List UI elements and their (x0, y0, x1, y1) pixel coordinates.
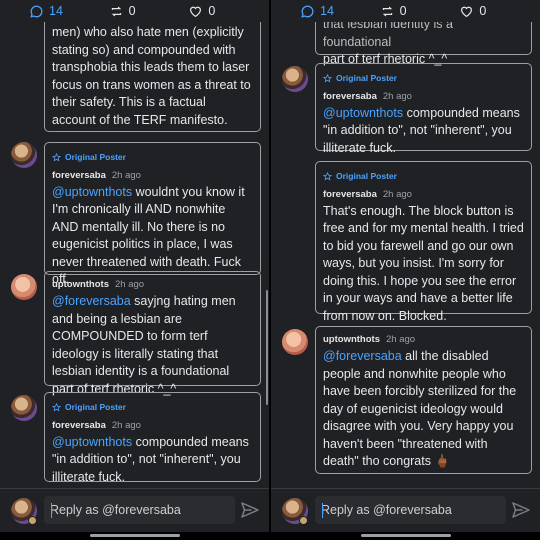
timestamp: 2h ago (114, 279, 145, 290)
comment-header: foreversaba 2h ago (323, 90, 524, 103)
status-badge (299, 516, 308, 525)
star-icon (323, 74, 332, 83)
comment-bubble: Original Poster foreversaba 2h ago @uptow… (44, 142, 261, 286)
timestamp: 2h ago (385, 334, 416, 345)
comment-bubble: that lesbian identity is a foundational … (315, 22, 532, 66)
mention-link[interactable]: @foreversaba (323, 349, 402, 363)
timestamp: 2h ago (111, 419, 141, 431)
comment-body: @foreversaba all the disabled people and… (323, 349, 520, 468)
username[interactable]: foreversaba (323, 91, 377, 102)
original-poster-badge: Original Poster (52, 149, 253, 167)
username[interactable]: foreversaba (52, 170, 106, 181)
heart-icon (461, 6, 473, 17)
username[interactable]: foreversaba (52, 420, 106, 431)
post-stats-bar: 14 0 0 (0, 0, 269, 22)
original-poster-badge: Original Poster (52, 399, 253, 417)
comment-icon (301, 5, 314, 18)
reply-input[interactable] (44, 496, 235, 524)
comment-header: uptownthots 2h ago (323, 333, 524, 346)
reply-bar (271, 488, 540, 532)
avatar[interactable] (11, 274, 37, 300)
reblog-icon (382, 6, 392, 16)
comment-icon (30, 5, 43, 18)
reblogs-stat[interactable]: 0 (381, 4, 461, 18)
comments-stat[interactable]: 14 (301, 4, 381, 18)
system-nav-bar (271, 532, 540, 540)
comment-header: foreversaba 2h ago (52, 169, 253, 182)
likes-stat[interactable]: 0 (189, 4, 269, 18)
comment-body: @uptownthots compounded means "in additi… (323, 105, 524, 155)
star-icon (323, 172, 332, 181)
reblogs-stat[interactable]: 0 (110, 4, 190, 18)
home-gesture-pill[interactable] (360, 534, 451, 537)
comments-stat[interactable]: 14 (30, 4, 110, 18)
comment-header: uptownthots 2h ago (52, 278, 253, 291)
username[interactable]: uptownthots (52, 279, 109, 290)
post-stats-bar: 14 0 0 (271, 0, 540, 22)
timestamp: 2h ago (382, 188, 412, 200)
reblog-icon (111, 6, 121, 16)
right-pane: 14 0 0 that lesbian identity is a founda… (271, 0, 540, 540)
comment-body: That's enough. The block button is free … (323, 203, 528, 323)
comment-body: @uptownthots compounded means "in additi… (52, 434, 253, 484)
send-icon[interactable] (512, 502, 530, 518)
comments-count: 14 (320, 4, 334, 18)
comment-body: @foreversaba sayjng hating men and being… (52, 294, 240, 396)
original-poster-badge: Original Poster (323, 70, 524, 88)
star-icon (52, 403, 61, 412)
original-poster-badge: Original Poster (323, 168, 524, 186)
system-nav-bar (0, 532, 269, 540)
avatar[interactable] (11, 142, 37, 168)
username[interactable]: foreversaba (323, 189, 377, 200)
likes-count: 0 (479, 4, 487, 18)
comment-header: foreversaba 2h ago (52, 419, 253, 432)
mention-link[interactable]: @uptownthots (323, 106, 403, 120)
heart-icon (190, 6, 202, 17)
home-gesture-pill[interactable] (89, 534, 180, 537)
send-icon[interactable] (241, 502, 259, 518)
text-caret (51, 503, 52, 518)
reblogs-count: 0 (128, 4, 136, 18)
comment-thread[interactable]: that lesbian identity is a foundational … (271, 22, 540, 488)
comment-bubble: uptownthots 2h ago @foreversaba all the d… (315, 326, 532, 474)
reply-input[interactable] (315, 496, 506, 524)
comment-bubble: Original Poster foreversaba 2h ago That's… (315, 161, 532, 323)
comment-bubble: men) who also hate men (explicitly stati… (44, 22, 261, 132)
comment-bubble: Original Poster foreversaba 2h ago @uptow… (315, 63, 532, 155)
comment-body-partial: that lesbian identity is a foundational (323, 22, 457, 49)
timestamp: 2h ago (382, 90, 412, 102)
comment-bubble: uptownthots 2h ago @foreversaba sayjng ha… (44, 271, 261, 396)
comment-thread[interactable]: men) who also hate men (explicitly stati… (0, 22, 269, 488)
left-pane: 14 0 0 men) who also hate men (explicitl… (0, 0, 269, 540)
mention-link[interactable]: @uptownthots (52, 185, 132, 199)
avatar[interactable] (282, 66, 308, 92)
text-caret (322, 503, 323, 518)
reply-bar (0, 488, 269, 532)
comment-bubble: Original Poster foreversaba 2h ago @uptow… (44, 392, 261, 484)
scrollbar[interactable] (266, 290, 268, 405)
comment-body: men) who also hate men (explicitly stati… (52, 25, 255, 127)
username[interactable]: uptownthots (323, 334, 380, 345)
reblogs-count: 0 (399, 4, 407, 18)
likes-stat[interactable]: 0 (460, 4, 540, 18)
avatar[interactable] (282, 329, 308, 355)
avatar[interactable] (11, 395, 37, 421)
mention-link[interactable]: @foreversaba (52, 294, 131, 308)
star-icon (52, 153, 61, 162)
status-badge (28, 516, 37, 525)
comments-count: 14 (49, 4, 63, 18)
likes-count: 0 (208, 4, 216, 18)
comment-header: foreversaba 2h ago (323, 188, 524, 201)
timestamp: 2h ago (111, 169, 141, 181)
mention-link[interactable]: @uptownthots (52, 435, 132, 449)
